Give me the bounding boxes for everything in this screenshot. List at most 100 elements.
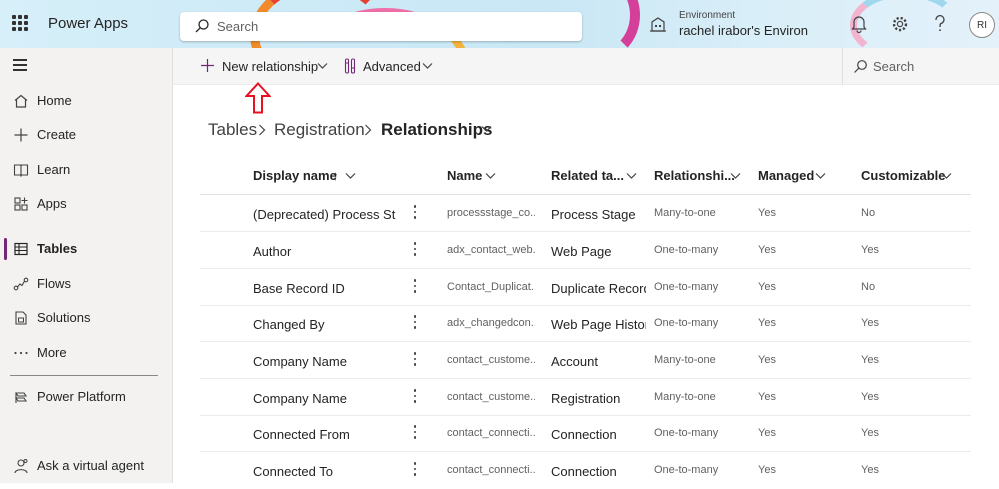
schema-name-cell: Contact_Duplicat...	[447, 281, 535, 293]
table-icon	[14, 242, 28, 256]
more-options-icon[interactable]	[411, 352, 419, 368]
breadcrumb-tables[interactable]: Tables	[208, 120, 257, 140]
plus-icon[interactable]	[200, 58, 215, 73]
column-header-display-name[interactable]: Display name	[253, 168, 337, 183]
nav-item-learn[interactable]: Learn	[0, 155, 172, 185]
display-name-cell[interactable]: (Deprecated) Process Stag	[253, 207, 396, 222]
new-relationship-button[interactable]: New relationship	[222, 59, 318, 74]
table-search-input[interactable]: Search	[873, 59, 914, 74]
related-table-cell: Web Page	[551, 244, 612, 259]
column-header-name[interactable]: Name	[447, 168, 482, 183]
home-icon	[14, 94, 28, 108]
wrench-icon[interactable]	[344, 58, 356, 74]
chevron-down-icon[interactable]	[422, 62, 433, 70]
gear-icon[interactable]	[891, 15, 909, 33]
bell-icon[interactable]	[851, 15, 867, 33]
environment-icon[interactable]	[649, 16, 667, 34]
table-row[interactable]: Changed By adx_changedcon... Web Page Hi…	[200, 305, 971, 342]
customizable-cell: Yes	[861, 317, 879, 329]
command-bar-divider	[842, 48, 843, 85]
display-name-cell[interactable]: Company Name	[253, 391, 396, 406]
nav-item-apps[interactable]: Apps	[0, 189, 172, 219]
ask-virtual-agent[interactable]: Ask a virtual agent	[0, 451, 172, 481]
managed-cell: Yes	[758, 317, 776, 329]
breadcrumb-registration[interactable]: Registration	[274, 120, 365, 140]
search-icon[interactable]	[853, 59, 868, 74]
table-row[interactable]: (Deprecated) Process Stag processstage_c…	[200, 195, 971, 232]
more-options-icon[interactable]	[411, 205, 419, 221]
related-table-cell: Connection	[551, 464, 617, 479]
sort-ascending-icon[interactable]: ↑	[332, 168, 339, 183]
display-name-cell[interactable]: Connected From	[253, 427, 396, 442]
nav-item-label: Flows	[37, 276, 71, 291]
search-icon	[195, 19, 209, 33]
environment-name[interactable]: rachel irabor's Environ...	[679, 23, 809, 38]
column-header-managed[interactable]: Managed	[758, 168, 814, 183]
nav-item-solutions[interactable]: Solutions	[0, 303, 172, 333]
advanced-button[interactable]: Advanced	[363, 59, 421, 74]
table-row[interactable]: Base Record ID Contact_Duplicat... Dupli…	[200, 269, 971, 306]
schema-name-cell: processstage_co...	[447, 207, 535, 219]
display-name-cell[interactable]: Base Record ID	[253, 281, 396, 296]
table-row[interactable]: Author adx_contact_web... Web Page One-t…	[200, 232, 971, 269]
nav-item-flows[interactable]: Flows	[0, 269, 172, 299]
managed-cell: Yes	[758, 391, 776, 403]
schema-name-cell: contact_connecti...	[447, 427, 535, 439]
schema-name-cell: contact_custome...	[447, 354, 535, 366]
chevron-down-icon[interactable]	[317, 62, 328, 70]
related-table-cell: Process Stage	[551, 207, 636, 222]
chevron-down-icon[interactable]	[730, 172, 741, 180]
user-avatar[interactable]: RI	[969, 12, 995, 38]
apps-icon	[14, 197, 28, 211]
chevron-down-icon[interactable]	[626, 172, 637, 180]
column-header-relationship-type[interactable]: Relationshi...	[654, 168, 735, 183]
chevron-down-icon[interactable]	[815, 172, 826, 180]
nav-item-power-platform[interactable]: Power Platform	[0, 382, 172, 412]
virtual-agent-icon	[14, 459, 28, 474]
chevron-right-icon	[365, 124, 372, 136]
table-row[interactable]: Company Name contact_custome... Registra…	[200, 379, 971, 416]
table-row[interactable]: Company Name contact_custome... Account …	[200, 342, 971, 379]
app-launcher-icon[interactable]	[12, 15, 28, 31]
table-row[interactable]: Connected From contact_connecti... Conne…	[200, 415, 971, 452]
more-options-icon[interactable]	[411, 242, 419, 258]
solutions-icon	[15, 311, 27, 325]
relationship-type-cell: One-to-many	[654, 281, 719, 293]
chevron-down-icon[interactable]	[345, 172, 356, 180]
chevron-down-icon[interactable]	[485, 172, 496, 180]
more-options-icon[interactable]	[411, 279, 419, 295]
book-icon	[13, 164, 29, 178]
customizable-cell: Yes	[861, 244, 879, 256]
more-options-icon[interactable]	[411, 389, 419, 405]
managed-cell: Yes	[758, 281, 776, 293]
more-options-icon[interactable]	[411, 315, 419, 331]
nav-item-tables[interactable]: Tables	[0, 234, 172, 264]
column-header-customizable[interactable]: Customizable	[861, 168, 946, 183]
global-search-input[interactable]: Search	[180, 12, 582, 41]
nav-item-create[interactable]: Create	[0, 120, 172, 150]
related-table-cell: Connection	[551, 427, 617, 442]
table-row[interactable]: Connected To contact_connecti... Connect…	[200, 452, 971, 489]
managed-cell: Yes	[758, 427, 776, 439]
nav-item-home[interactable]: Home	[0, 86, 172, 116]
related-table-cell: Account	[551, 354, 598, 369]
display-name-cell[interactable]: Company Name	[253, 354, 396, 369]
customizable-cell: Yes	[861, 354, 879, 366]
display-name-cell[interactable]: Author	[253, 244, 396, 259]
schema-name-cell: adx_changedcon...	[447, 317, 535, 329]
more-options-icon[interactable]	[411, 462, 419, 478]
column-header-related-table[interactable]: Related ta...	[551, 168, 624, 183]
power-platform-icon	[14, 392, 28, 403]
more-options-icon[interactable]	[411, 425, 419, 441]
display-name-cell[interactable]: Connected To	[253, 464, 396, 479]
chevron-down-icon[interactable]	[941, 172, 952, 180]
nav-item-more[interactable]: More	[0, 338, 172, 368]
search-placeholder: Search	[217, 19, 259, 34]
help-icon[interactable]	[933, 15, 947, 33]
hamburger-menu-icon[interactable]	[13, 59, 27, 74]
chevron-down-icon[interactable]	[481, 125, 492, 133]
nav-item-label: Create	[37, 127, 77, 142]
display-name-cell[interactable]: Changed By	[253, 317, 396, 332]
environment-label: Environment	[679, 10, 736, 21]
breadcrumb-relationships[interactable]: Relationships	[381, 120, 492, 140]
